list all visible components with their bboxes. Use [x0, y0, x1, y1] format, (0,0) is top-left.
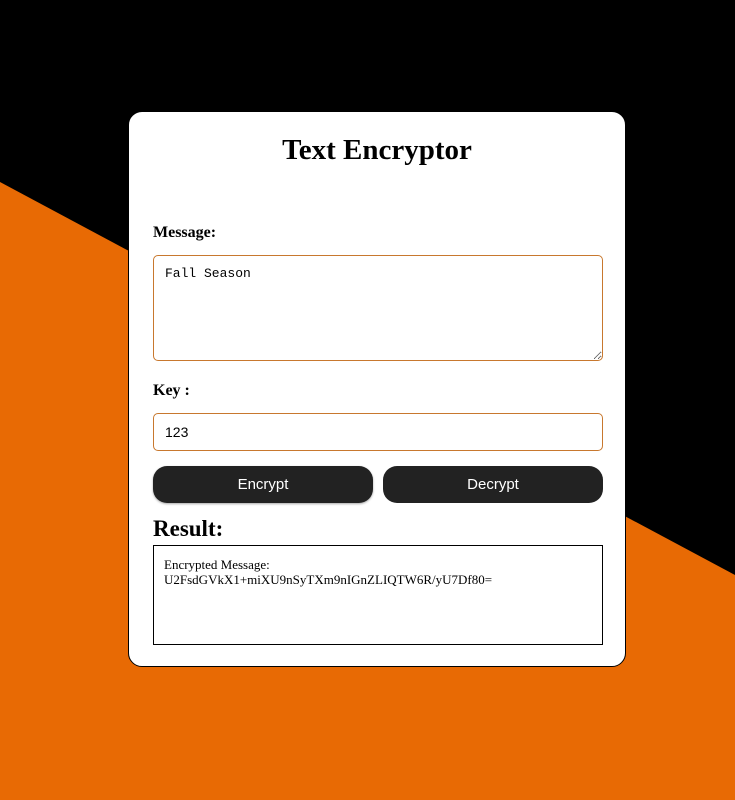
result-output: Encrypted Message: U2FsdGVkX1+miXU9nSyTX…: [153, 545, 603, 645]
decrypt-button[interactable]: Decrypt: [383, 466, 603, 503]
encryptor-card: Text Encryptor Message: Fall Season Key …: [128, 111, 626, 667]
result-line-ciphertext: U2FsdGVkX1+miXU9nSyTXm9nIGnZLIQTW6R/yU7D…: [164, 572, 493, 587]
key-input[interactable]: [153, 413, 603, 451]
key-label: Key :: [153, 382, 190, 399]
message-label: Message:: [153, 224, 217, 241]
message-input[interactable]: Fall Season: [153, 255, 603, 361]
result-line-label: Encrypted Message:: [164, 557, 270, 572]
result-heading: Result:: [153, 516, 224, 541]
encrypt-button[interactable]: Encrypt: [153, 466, 373, 503]
page-title: Text Encryptor: [282, 134, 472, 166]
